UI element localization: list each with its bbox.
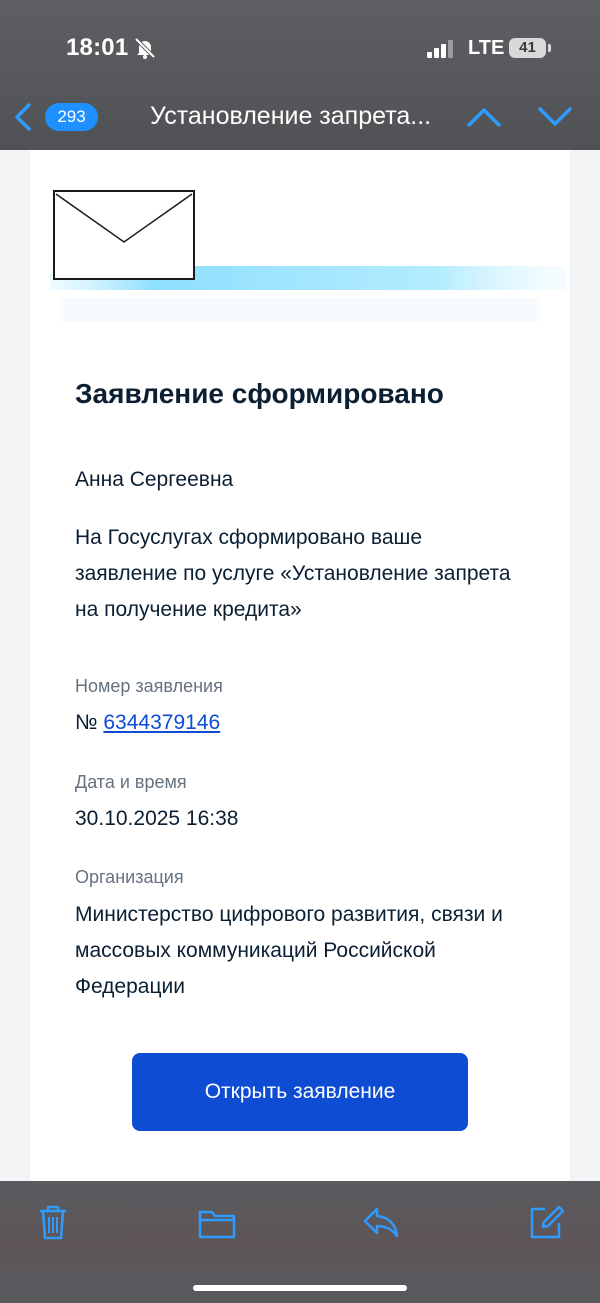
- battery-icon: 41: [509, 38, 546, 58]
- bell-off-icon: [134, 37, 156, 59]
- back-chevron-icon[interactable]: [12, 102, 34, 132]
- unread-count-badge[interactable]: 293: [45, 103, 98, 131]
- message-subject-title: Установление запрета...: [150, 102, 432, 130]
- reply-icon[interactable]: [362, 1203, 400, 1241]
- datetime-label: Дата и время: [75, 772, 187, 792]
- home-indicator[interactable]: [193, 1285, 407, 1291]
- recipient-name: Анна Сергеевна: [75, 468, 234, 491]
- chevron-down-icon[interactable]: [537, 105, 573, 129]
- datetime-value: 30.10.2025 16:38: [75, 807, 239, 830]
- status-time: 18:01: [66, 34, 129, 61]
- envelope-icon: [50, 190, 566, 322]
- email-message: На Госуслугах сформировано ваше заявлени…: [75, 526, 511, 621]
- email-heading: Заявление сформировано: [75, 378, 444, 409]
- organization-label: Организация: [75, 867, 184, 887]
- open-application-button[interactable]: Открыть заявление: [132, 1053, 468, 1131]
- compose-icon[interactable]: [529, 1203, 565, 1241]
- battery-tip: [548, 44, 551, 52]
- signal-icon: [427, 40, 453, 58]
- email-card: Заявление сформировано Анна Сергеевна На…: [30, 150, 570, 1181]
- application-number: № 6344379146: [75, 711, 220, 735]
- organization-value: Министерство цифрового развития, связи и…: [75, 903, 503, 998]
- application-number-label: Номер заявления: [75, 676, 223, 696]
- top-bar: 18:01 LTE 41 293 Установление запрета...: [0, 0, 600, 150]
- application-number-link[interactable]: 6344379146: [103, 711, 220, 734]
- chevron-up-icon[interactable]: [466, 105, 502, 129]
- trash-icon[interactable]: [35, 1203, 71, 1241]
- battery-level: 41: [519, 39, 536, 56]
- folder-icon[interactable]: [198, 1203, 236, 1241]
- network-type: LTE: [468, 37, 505, 59]
- number-prefix: №: [75, 711, 98, 734]
